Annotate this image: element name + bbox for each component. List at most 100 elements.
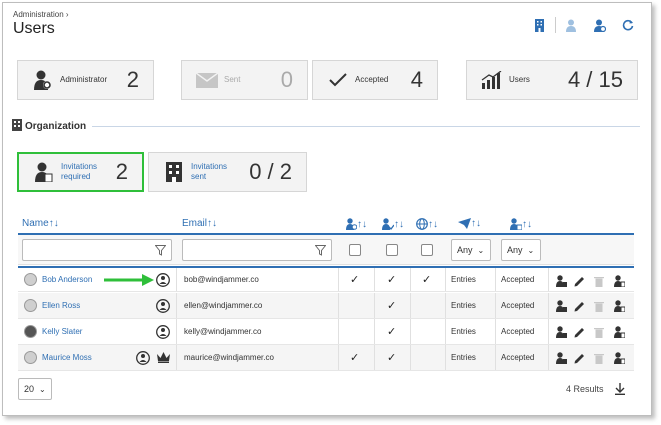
invitation-via: Entries — [451, 353, 476, 362]
email-filter-input[interactable] — [182, 239, 332, 261]
add-user-icon[interactable] — [558, 16, 586, 34]
invitation-required-icon[interactable] — [136, 345, 150, 370]
user-name-link[interactable]: Bob Anderson — [42, 275, 92, 284]
sort-icon: ↑↓ — [471, 218, 481, 229]
user-settings-icon[interactable] — [586, 16, 614, 34]
edit-icon[interactable] — [573, 325, 585, 339]
card-invitations-required[interactable]: Invitations required 2 — [17, 152, 144, 192]
sort-icon: ↑↓ — [357, 218, 367, 230]
column-header-email[interactable]: Email ↑↓ — [182, 218, 217, 229]
section-title: Organization — [25, 121, 87, 132]
stat-card-accepted[interactable]: Accepted 4 — [312, 60, 438, 100]
stat-card-administrator[interactable]: Administrator 2 — [17, 60, 154, 100]
stat-value: 2 — [126, 67, 139, 92]
toolbar-divider — [555, 17, 556, 33]
stat-card-users[interactable]: Users 4 / 15 — [466, 60, 638, 100]
avatar — [24, 273, 37, 286]
annotation-arrow-icon — [104, 274, 154, 286]
user-permissions-icon[interactable] — [613, 274, 625, 288]
user-name-link[interactable]: Kelly Slater — [42, 327, 82, 336]
name-cell: Maurice Moss — [18, 345, 92, 370]
edit-icon[interactable] — [573, 351, 585, 365]
name-cell: Ellen Ross — [18, 293, 80, 318]
user-name-link[interactable]: Ellen Ross — [42, 301, 80, 310]
filter-icon[interactable] — [315, 245, 326, 256]
admin-check: ✓ — [350, 352, 360, 364]
filter-row: Any ⌄ Any ⌄ — [18, 235, 634, 265]
chevron-down-icon: ⌄ — [39, 384, 46, 394]
user-name-link[interactable]: Maurice Moss — [42, 353, 92, 362]
column-header-accepted[interactable]: ↑↓ — [382, 218, 404, 230]
card-label: Invitations sent — [191, 162, 228, 181]
column-header-global[interactable]: ↑↓ — [416, 218, 438, 230]
chevron-down-icon: ⌄ — [477, 245, 485, 255]
avatar — [24, 325, 37, 338]
sort-icon: ↑↓ — [428, 218, 438, 230]
status-cell: Accepted — [501, 353, 535, 362]
status-cell: Accepted — [501, 327, 535, 336]
accepted-check: ✓ — [387, 300, 397, 312]
sort-icon: ↑↓ — [48, 218, 59, 229]
admin-filter-checkbox[interactable] — [349, 244, 361, 256]
invitation-via: Entries — [451, 327, 476, 336]
edit-icon[interactable] — [573, 299, 585, 313]
delete-icon[interactable] — [593, 274, 605, 288]
edit-icon[interactable] — [573, 274, 585, 288]
column-header-name[interactable]: Name ↑↓ — [22, 218, 59, 229]
invitation-required-icon[interactable] — [156, 319, 170, 344]
chevron-down-icon: ⌄ — [527, 245, 535, 255]
download-icon[interactable] — [614, 382, 626, 400]
user-permissions-icon[interactable] — [613, 325, 625, 339]
column-header-invitation[interactable]: ↑↓ — [458, 218, 481, 229]
column-header-admin[interactable]: ↑↓ — [346, 218, 367, 230]
envelope-icon — [196, 69, 218, 91]
bar-chart-icon — [481, 69, 503, 91]
sort-icon: ↑↓ — [207, 218, 218, 229]
paper-plane-icon — [458, 218, 471, 229]
user-role-icon[interactable] — [555, 351, 567, 365]
column-header-status[interactable]: ↑↓ — [510, 218, 532, 230]
accepted-filter-checkbox[interactable] — [386, 244, 398, 256]
email-cell: kelly@windjammer.co — [184, 327, 262, 336]
building-icon[interactable] — [525, 16, 553, 34]
table-row: Kelly Slater kelly@windjammer.co ✓ Entri… — [18, 319, 634, 345]
card-invitations-sent[interactable]: Invitations sent 0 / 2 — [148, 152, 307, 192]
status-cell: Accepted — [501, 301, 535, 310]
status-filter-select[interactable]: Any ⌄ — [501, 239, 541, 261]
email-cell: bob@windjammer.co — [184, 275, 259, 284]
delete-icon[interactable] — [593, 299, 605, 313]
toolbar — [525, 16, 642, 34]
refresh-icon[interactable] — [614, 16, 642, 34]
user-gear-icon — [346, 218, 357, 230]
avatar — [24, 351, 37, 364]
user-role-icon[interactable] — [555, 274, 567, 288]
status-cell: Accepted — [501, 275, 535, 284]
email-cell: maurice@windjammer.co — [184, 353, 274, 362]
user-permissions-icon[interactable] — [613, 299, 625, 313]
user-role-icon[interactable] — [555, 299, 567, 313]
stat-label: Administrator — [60, 75, 108, 84]
checkmark-icon — [327, 69, 349, 91]
admin-check: ✓ — [350, 274, 360, 286]
accepted-check: ✓ — [387, 274, 397, 286]
invitation-required-icon[interactable] — [156, 268, 170, 291]
invitation-filter-select[interactable]: Any ⌄ — [451, 239, 491, 261]
global-filter-checkbox[interactable] — [421, 244, 433, 256]
filter-icon[interactable] — [155, 245, 166, 256]
card-value: 2 — [115, 159, 128, 184]
stat-value: 4 — [410, 67, 423, 92]
page-size-select[interactable]: 20 ⌄ — [18, 378, 52, 400]
delete-icon[interactable] — [593, 351, 605, 365]
card-value: 0 / 2 — [249, 159, 292, 184]
stat-label: Sent — [224, 75, 241, 84]
delete-icon[interactable] — [593, 325, 605, 339]
user-permissions-icon[interactable] — [613, 351, 625, 365]
invitation-required-icon[interactable] — [156, 293, 170, 318]
sort-icon: ↑↓ — [522, 218, 532, 230]
user-role-icon[interactable] — [555, 325, 567, 339]
name-filter-input[interactable] — [22, 239, 172, 261]
accepted-check: ✓ — [387, 326, 397, 338]
stat-card-sent[interactable]: Sent 0 — [181, 60, 308, 100]
breadcrumb[interactable]: Administration › — [13, 10, 69, 19]
section-divider — [92, 126, 640, 127]
